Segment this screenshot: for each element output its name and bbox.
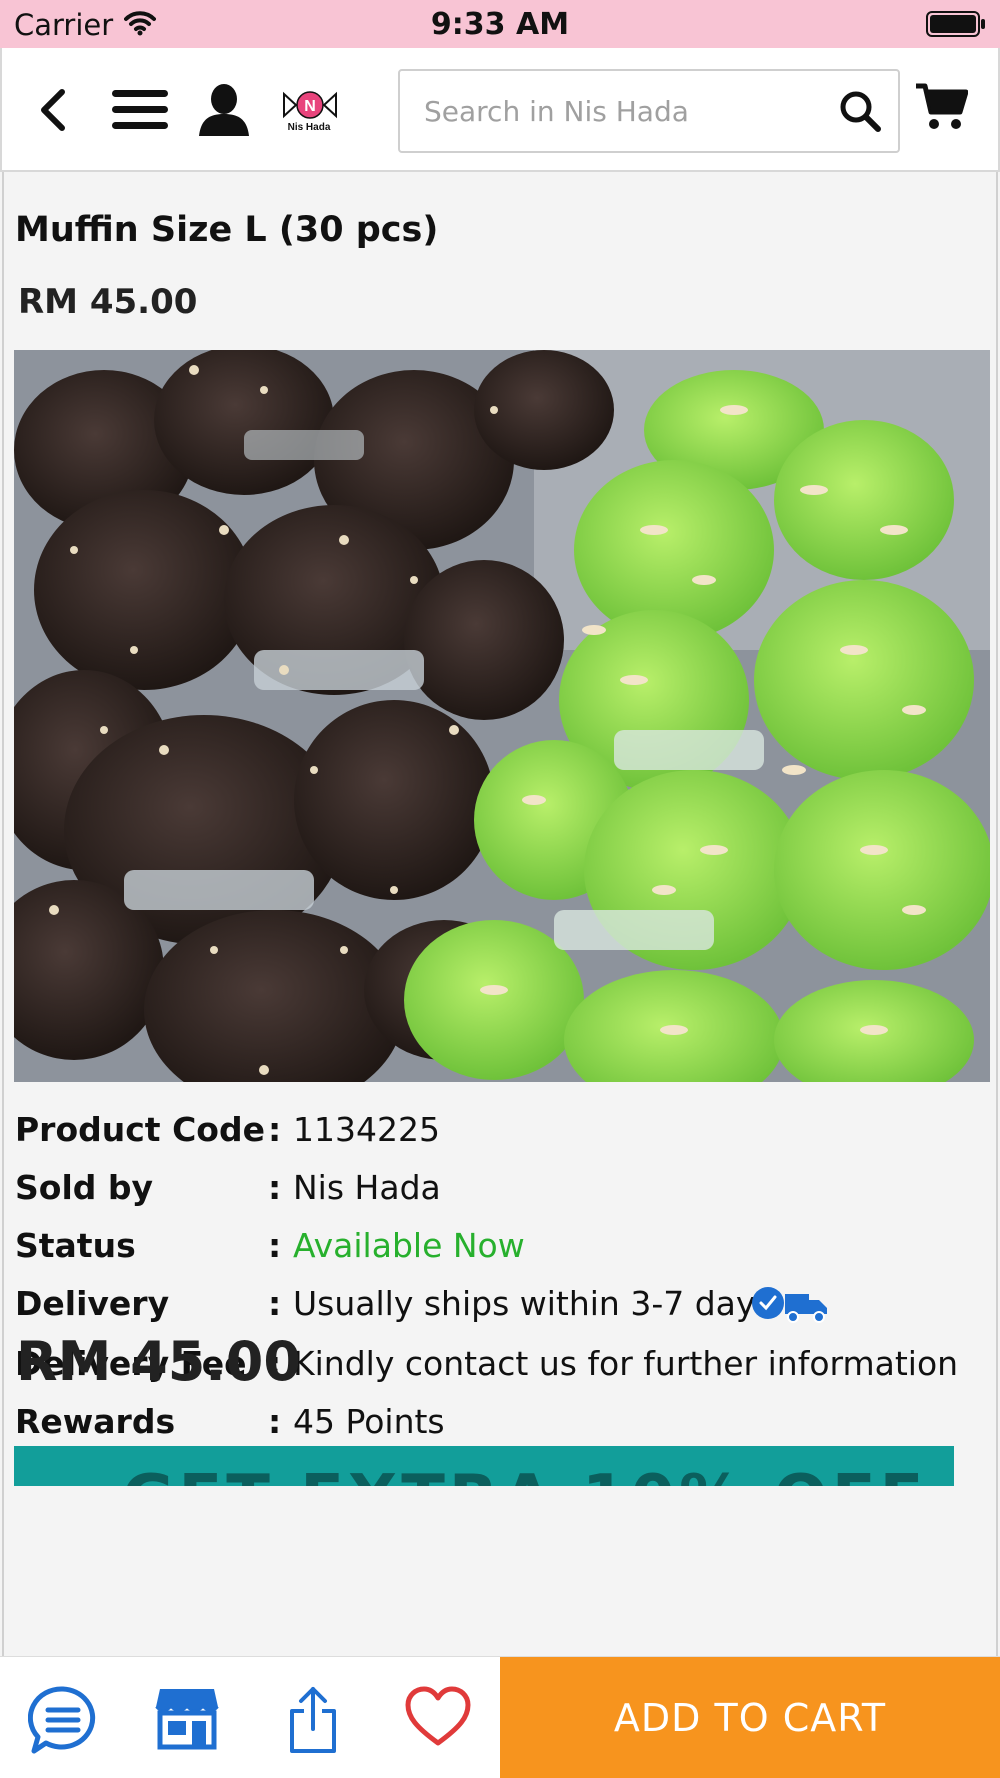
user-icon[interactable] (197, 84, 251, 140)
cart-icon[interactable] (916, 82, 969, 136)
status-bar: Carrier 9:33 AM (0, 0, 1000, 48)
detail-value: 45 Points (293, 1402, 445, 1441)
search-icon[interactable] (838, 89, 882, 137)
delivery-truck-icon (751, 1286, 829, 1328)
chat-icon[interactable] (27, 1685, 98, 1759)
detail-label: Delivery (15, 1284, 170, 1323)
detail-colon: : (268, 1226, 282, 1265)
detail-label: Product Code (15, 1110, 265, 1149)
product-price-large: RM 45.00 (16, 1330, 301, 1393)
detail-value: 1134225 (293, 1110, 440, 1149)
store-icon[interactable] (154, 1685, 220, 1755)
app-header: N Nis Hada (0, 48, 1000, 172)
logo-text: Nis Hada (287, 122, 331, 133)
product-title: Muffin Size L (30 pcs) (15, 210, 439, 250)
product-image[interactable] (14, 350, 990, 1082)
bottom-action-bar: ADD TO CART (0, 1656, 1000, 1778)
promo-banner[interactable]: GET EXTRA 10% OFF (14, 1446, 954, 1486)
menu-icon[interactable] (112, 90, 168, 134)
detail-label: Sold by (15, 1168, 153, 1207)
seller-link[interactable]: Nis Hada (293, 1168, 441, 1207)
detail-label: Status (15, 1226, 136, 1265)
detail-colon: : (268, 1284, 282, 1323)
status-value: Available Now (293, 1226, 525, 1265)
detail-value: Usually ships within 3-7 days (293, 1284, 773, 1323)
search-input[interactable] (424, 91, 824, 131)
detail-label: Rewards (15, 1402, 176, 1441)
back-icon[interactable] (38, 88, 68, 136)
battery-icon (926, 11, 986, 41)
clock: 9:33 AM (430, 7, 570, 42)
share-icon[interactable] (288, 1685, 338, 1759)
detail-value: Kindly contact us for further informatio… (293, 1344, 959, 1383)
detail-row-rewards: Rewards : 45 Points (15, 1402, 995, 1452)
product-price: RM 45.00 (18, 282, 198, 322)
svg-text:N: N (304, 98, 316, 115)
detail-row-product-code: Product Code : 1134225 (15, 1110, 995, 1160)
promo-text: GET EXTRA 10% OFF (122, 1462, 927, 1486)
heart-icon[interactable] (404, 1685, 472, 1751)
add-to-cart-button[interactable]: ADD TO CART (500, 1657, 1000, 1778)
detail-row-sold-by: Sold by : Nis Hada (15, 1168, 995, 1218)
search-box[interactable] (398, 69, 900, 153)
detail-row-status: Status : Available Now (15, 1226, 995, 1276)
detail-colon: : (268, 1168, 282, 1207)
detail-colon: : (268, 1402, 282, 1441)
detail-colon: : (268, 1110, 282, 1149)
product-detail: Muffin Size L (30 pcs) RM 45.00 Product … (2, 172, 998, 1656)
detail-row-delivery: Delivery : Usually ships within 3-7 days (15, 1284, 995, 1334)
